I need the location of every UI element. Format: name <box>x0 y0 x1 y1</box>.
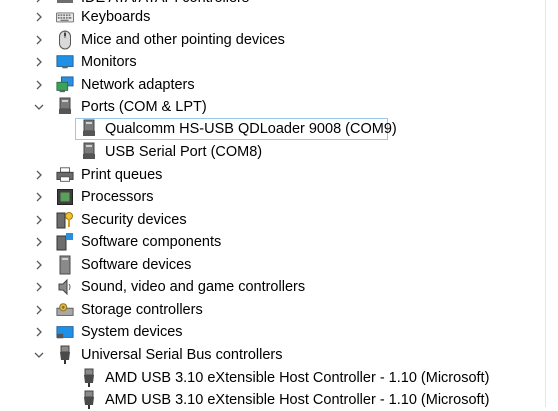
tree-row-ports[interactable]: Ports (COM & LPT) <box>0 96 558 118</box>
chevron-right-icon[interactable] <box>33 254 45 276</box>
network-adapter-icon <box>56 76 74 94</box>
chevron-down-icon[interactable] <box>33 96 45 118</box>
tree-label: Qualcomm HS-USB QDLoader 9008 (COM9) <box>105 121 397 137</box>
tree-row-usb-serial[interactable]: USB Serial Port (COM8) <box>0 141 558 163</box>
tree-row-processors[interactable]: Processors <box>0 186 558 208</box>
tree-row-usb-controllers[interactable]: Universal Serial Bus controllers <box>0 344 558 366</box>
tree-row-sound[interactable]: Sound, video and game controllers <box>0 276 558 298</box>
chevron-right-icon[interactable] <box>33 276 45 298</box>
chevron-right-icon[interactable] <box>33 6 45 28</box>
chevron-right-icon[interactable] <box>33 29 45 51</box>
tree-row-amd-usb-2[interactable]: AMD USB 3.10 eXtensible Host Controller … <box>0 389 558 411</box>
software-device-icon <box>56 255 74 275</box>
device-tree: IDE ATA/ATAPI controllers Keyboards <box>0 0 558 409</box>
tree-label: Security devices <box>81 212 187 228</box>
tree-row-mice[interactable]: Mice and other pointing devices <box>0 29 558 51</box>
chevron-right-icon[interactable] <box>33 299 45 321</box>
tree-label: System devices <box>81 324 183 340</box>
software-component-icon <box>56 233 74 251</box>
tree-label: Software components <box>81 234 222 250</box>
tree-label: Sound, video and game controllers <box>81 279 306 295</box>
system-device-icon <box>56 323 74 341</box>
tree-label: Processors <box>81 189 154 205</box>
tree-label: Monitors <box>81 54 137 70</box>
chevron-right-icon[interactable] <box>33 231 45 253</box>
chevron-right-icon[interactable] <box>33 51 45 73</box>
tree-row-qualcomm[interactable]: Qualcomm HS-USB QDLoader 9008 (COM9) <box>0 118 558 140</box>
processor-icon <box>56 188 74 206</box>
tree-label: Ports (COM & LPT) <box>81 99 207 115</box>
tree-label: Universal Serial Bus controllers <box>81 347 283 363</box>
tree-label: USB Serial Port (COM8) <box>105 144 263 160</box>
tree-row-keyboards[interactable]: Keyboards <box>0 6 558 28</box>
tree-row-monitors[interactable]: Monitors <box>0 51 558 73</box>
monitor-icon <box>56 53 74 71</box>
chevron-right-icon[interactable] <box>33 209 45 231</box>
port-icon <box>80 142 98 161</box>
chevron-right-icon[interactable] <box>33 321 45 343</box>
port-icon <box>56 97 74 116</box>
speaker-icon <box>56 278 74 296</box>
chevron-down-icon[interactable] <box>33 344 45 366</box>
tree-row-network[interactable]: Network adapters <box>0 74 558 96</box>
tree-row-system[interactable]: System devices <box>0 321 558 343</box>
tree-row-storage[interactable]: Storage controllers <box>0 299 558 321</box>
tree-label: Print queues <box>81 167 163 183</box>
chevron-right-icon[interactable] <box>33 74 45 96</box>
tree-label: Mice and other pointing devices <box>81 32 285 48</box>
printer-icon <box>56 166 74 184</box>
security-device-icon <box>56 211 74 229</box>
tree-label: Storage controllers <box>81 302 203 318</box>
tree-label: Network adapters <box>81 77 195 93</box>
tree-label: Software devices <box>81 257 192 273</box>
chevron-right-icon[interactable] <box>33 186 45 208</box>
port-icon <box>80 119 98 138</box>
tree-label: AMD USB 3.10 eXtensible Host Controller … <box>105 370 490 386</box>
tree-row-amd-usb-1[interactable]: AMD USB 3.10 eXtensible Host Controller … <box>0 367 558 389</box>
tree-label: AMD USB 3.10 eXtensible Host Controller … <box>105 392 490 408</box>
tree-label: Keyboards <box>81 9 151 25</box>
mouse-icon <box>56 30 74 50</box>
chevron-right-icon[interactable] <box>33 164 45 186</box>
usb-icon <box>80 368 98 387</box>
tree-row-software-devices[interactable]: Software devices <box>0 254 558 276</box>
usb-icon <box>56 345 74 364</box>
usb-icon <box>80 390 98 409</box>
tree-row-software-components[interactable]: Software components <box>0 231 558 253</box>
storage-controller-icon <box>56 301 74 319</box>
pane-divider <box>545 0 546 407</box>
keyboard-icon <box>56 8 74 26</box>
tree-row-print-queues[interactable]: Print queues <box>0 164 558 186</box>
tree-row-security[interactable]: Security devices <box>0 209 558 231</box>
